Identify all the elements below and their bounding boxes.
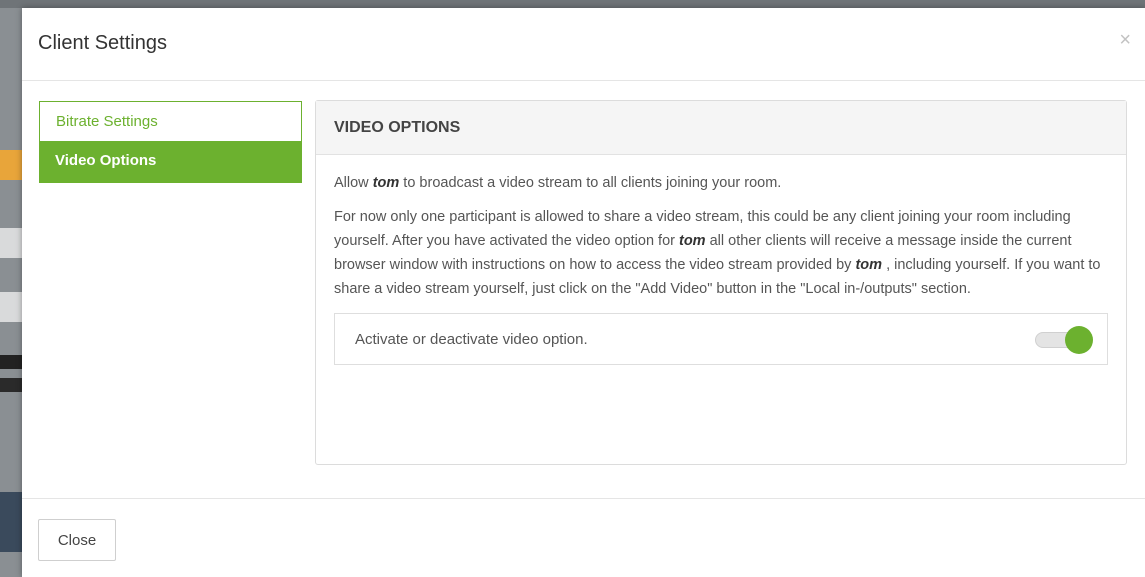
username-highlight: tom	[855, 257, 883, 273]
username-highlight: tom	[372, 175, 400, 191]
username-highlight: tom	[678, 233, 706, 249]
background-page-fragment	[0, 150, 22, 180]
video-option-switch[interactable]	[1035, 326, 1093, 354]
intro-after: to broadcast a video stream to all clien…	[399, 175, 782, 191]
background-page-fragment	[0, 228, 22, 258]
video-option-toggle-row: Activate or deactivate video option.	[334, 313, 1108, 365]
sidebar-item-bitrate-settings[interactable]: Bitrate Settings	[39, 101, 302, 141]
panel-body: Allow tom to broadcast a video stream to…	[316, 155, 1126, 365]
background-page-top	[0, 0, 1145, 8]
settings-sidebar: Bitrate Settings Video Options	[39, 101, 302, 183]
sidebar-item-video-options[interactable]: Video Options	[39, 141, 302, 183]
background-page-fragment	[0, 378, 22, 392]
intro-before: Allow	[334, 175, 373, 191]
client-settings-modal: Client Settings × Bitrate Settings Video…	[22, 8, 1145, 577]
toggle-label: Activate or deactivate video option.	[355, 331, 588, 348]
background-page-fragment	[0, 355, 22, 369]
close-icon[interactable]: ×	[1119, 30, 1131, 50]
close-button[interactable]: Close	[38, 519, 116, 561]
switch-knob	[1065, 326, 1093, 354]
modal-footer: Close	[22, 498, 1145, 577]
panel-heading: VIDEO OPTIONS	[316, 101, 1126, 155]
details-text: For now only one participant is allowed …	[334, 205, 1108, 301]
background-page-fragment	[0, 292, 22, 322]
modal-title: Client Settings	[38, 32, 167, 54]
background-page-fragment	[0, 492, 22, 552]
intro-text: Allow tom to broadcast a video stream to…	[334, 171, 1108, 195]
video-options-panel: VIDEO OPTIONS Allow tom to broadcast a v…	[315, 100, 1127, 465]
modal-header: Client Settings ×	[22, 8, 1145, 81]
